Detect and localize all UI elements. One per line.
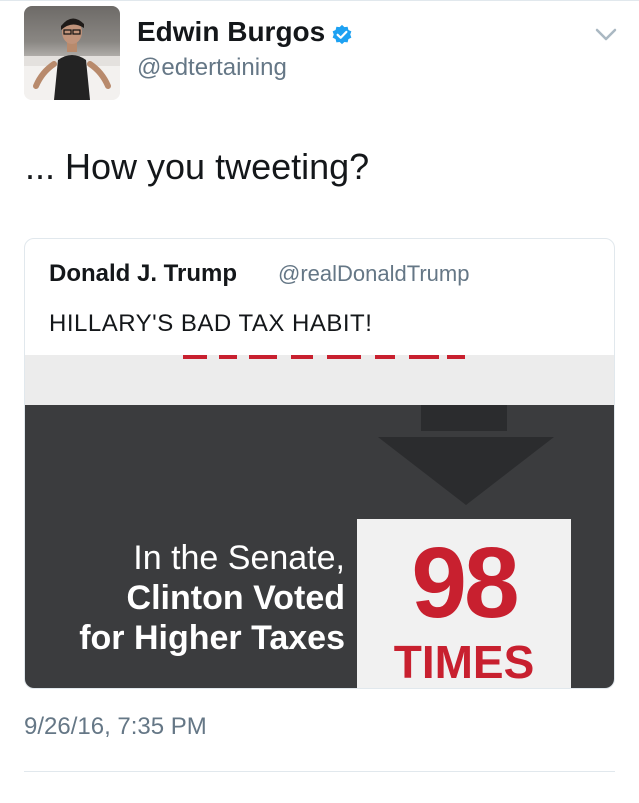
down-arrow-graphic — [378, 405, 554, 505]
stat-unit: TIMES — [393, 636, 535, 688]
quoted-tweet-text: HILLARY'S BAD TAX HABIT! — [49, 310, 373, 337]
media-caption: In the Senate, Clinton Voted for Higher … — [25, 538, 345, 658]
chevron-down-icon[interactable] — [595, 28, 617, 42]
avatar[interactable] — [24, 6, 120, 100]
avatar-photo — [24, 18, 120, 100]
media-top-strip — [25, 355, 614, 405]
media-caption-line: In the Senate, — [133, 539, 345, 577]
stat-number: 98 — [411, 527, 519, 639]
quoted-author-name: Donald J. Trump — [49, 260, 238, 287]
quoted-author-handle: @realDonaldTrump — [278, 261, 470, 286]
tweet-text: ... How you tweeting? — [25, 146, 370, 187]
tweet-timestamp[interactable]: 9/26/16, 7:35 PM — [24, 712, 207, 742]
top-divider — [0, 0, 639, 1]
author-handle[interactable]: @edtertaining — [137, 54, 287, 82]
media-caption-line: Clinton Voted — [126, 579, 345, 617]
cropped-headline-graphic — [183, 355, 465, 359]
stat-box: 98 TIMES — [357, 519, 571, 688]
verified-badge-icon — [332, 24, 352, 45]
author-display-name[interactable]: Edwin Burgos — [137, 16, 325, 48]
bottom-divider — [24, 771, 615, 772]
quoted-tweet-card[interactable]: Donald J. Trump @realDonaldTrump HILLARY… — [24, 238, 615, 689]
quoted-media-image[interactable]: In the Senate, Clinton Voted for Higher … — [25, 355, 614, 688]
media-caption-line: for Higher Taxes — [79, 619, 345, 657]
